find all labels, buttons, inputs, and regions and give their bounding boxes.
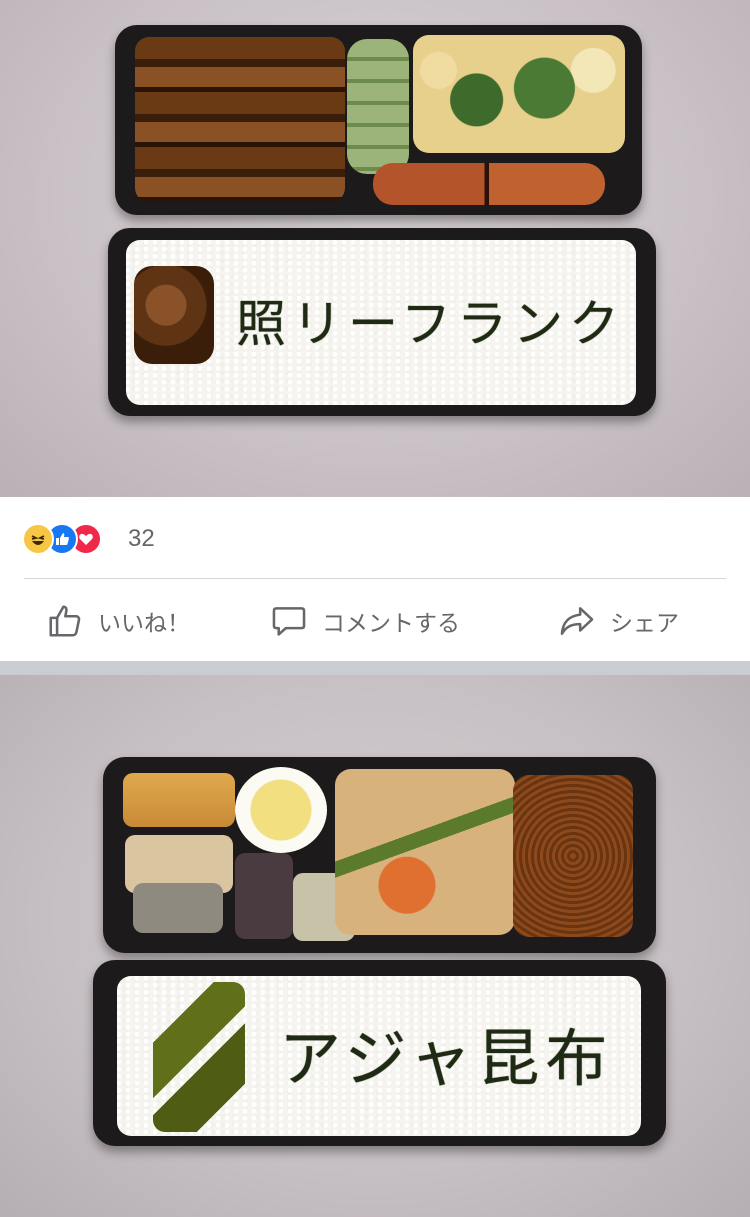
bento-box-rice-lower: アジャ昆布 [93,960,666,1146]
fried-tofu [123,773,235,827]
nori-lettering-lower: アジャ昆布 [279,1022,614,1095]
bento-box-lower-sides [103,757,656,953]
edamame [347,39,409,174]
reaction-icons[interactable] [22,523,122,555]
bento-photo-top[interactable]: 照リーフランク [0,0,750,497]
like-button[interactable]: いいね！ [46,601,190,641]
action-bar: いいね！ コメントする シェア [0,579,750,661]
post-separator [0,661,750,675]
like-label: いいね！ [98,611,190,637]
boiled-egg [235,767,327,853]
bento-box-rice-upper: 照リーフランク [108,228,656,416]
reaction-count[interactable]: 32 [128,525,155,553]
comment-icon [270,602,308,640]
thumbs-up-icon [46,602,84,640]
share-button[interactable]: シェア [558,601,679,641]
reactions-bar: 32 [0,497,750,579]
bento-photo-bottom[interactable]: アジャ昆布 [0,675,750,1217]
share-icon [558,602,596,640]
comment-button[interactable]: コメントする [270,601,460,641]
nori-lettering-upper: 照リーフランク [236,295,625,353]
comment-label: コメントする [322,611,460,637]
kelp-strip [235,853,293,939]
goya-champuru [413,35,625,153]
chicken-piece [134,266,214,364]
sausages [373,163,605,205]
kelp-piece [153,982,245,1132]
konnyaku [133,883,223,933]
nimono-vegetables [335,769,515,935]
haha-icon [22,523,54,555]
bento-box-upper [115,25,642,215]
croquette [513,775,633,937]
teriyaki-chicken [135,37,345,202]
share-label: シェア [610,611,679,637]
